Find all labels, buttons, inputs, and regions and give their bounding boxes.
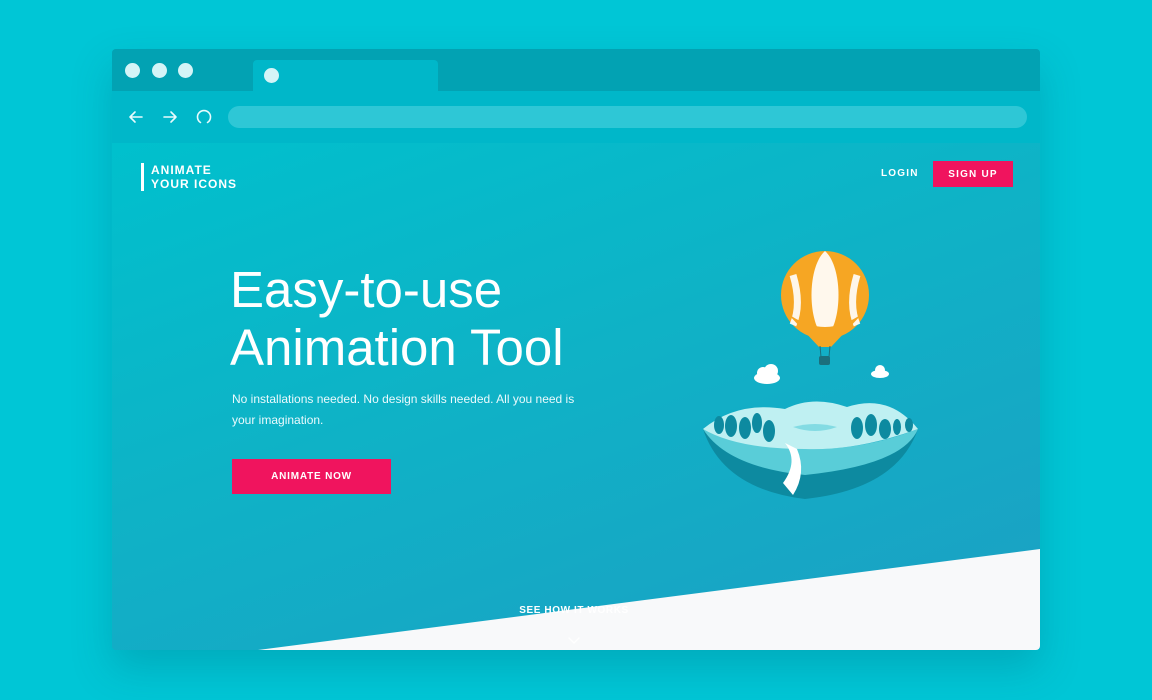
arrow-right-icon[interactable] — [160, 107, 180, 127]
window-minimize-dot[interactable] — [152, 63, 167, 78]
arrow-left-icon[interactable] — [126, 107, 146, 127]
browser-titlebar — [112, 49, 1040, 92]
window-close-dot[interactable] — [125, 63, 140, 78]
reload-icon[interactable] — [194, 107, 214, 127]
chevron-down-icon[interactable] — [567, 635, 581, 645]
see-how-it-works-link[interactable]: SEE HOW IT WORKS — [474, 605, 674, 616]
browser-window: ANIMATE YOUR ICONS LOGIN SIGN UP Easy-to… — [112, 49, 1040, 650]
bottom-wedge — [258, 549, 1040, 650]
browser-tab[interactable] — [253, 60, 438, 92]
browser-navbar — [112, 91, 1040, 143]
window-maximize-dot[interactable] — [178, 63, 193, 78]
tab-favicon-icon — [264, 68, 279, 83]
address-bar[interactable] — [228, 106, 1027, 128]
page-viewport: ANIMATE YOUR ICONS LOGIN SIGN UP Easy-to… — [112, 143, 1040, 650]
